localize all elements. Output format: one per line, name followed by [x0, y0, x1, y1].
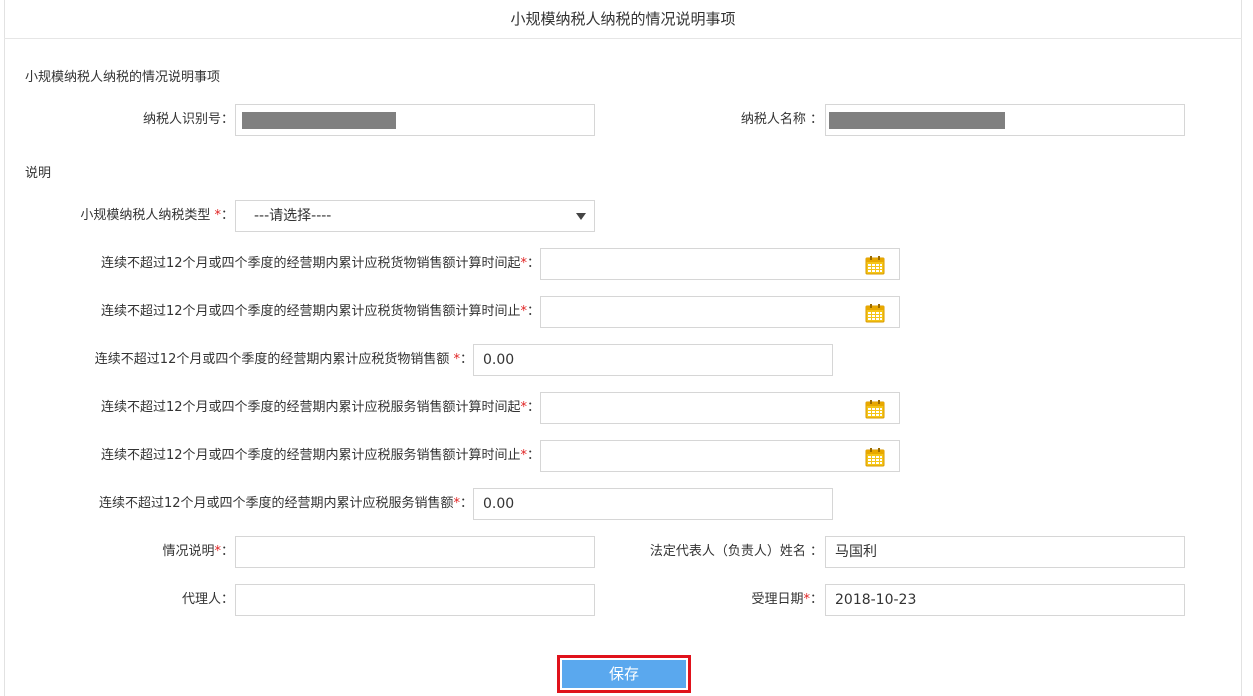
calendar-icon[interactable]: [865, 303, 885, 323]
agent-label: 代理人：: [181, 592, 234, 607]
taxpayer-name-field: [825, 104, 1185, 136]
agent-input[interactable]: [235, 584, 595, 616]
legal-rep-input[interactable]: 马国利: [825, 536, 1185, 568]
type-label: 小规模纳税人纳税类型 *：: [80, 208, 234, 223]
legal-rep-value: 马国利: [835, 544, 877, 560]
taxpayer-id-field: [235, 104, 595, 136]
type-select[interactable]: ---请选择----: [235, 200, 595, 232]
situation-input[interactable]: [235, 536, 595, 568]
accept-date-label: 受理日期*：: [751, 592, 823, 607]
goods-amount-value: 0.00: [483, 352, 515, 368]
redacted-value: [829, 112, 1005, 129]
goods-amount-label: 连续不超过12个月或四个季度的经营期内累计应税货物销售额 *：: [94, 352, 473, 367]
save-button[interactable]: 保存: [562, 660, 686, 688]
goods-start-label: 连续不超过12个月或四个季度的经营期内累计应税货物销售额计算时间起*：: [100, 256, 540, 271]
chevron-down-icon: [576, 213, 586, 220]
taxpayer-name-label: 纳税人名称 ：: [740, 112, 823, 127]
page-title: 小规模纳税人纳税的情况说明事项: [4, 0, 1242, 39]
goods-amount-input[interactable]: 0.00: [473, 344, 833, 376]
taxpayer-id-label: 纳税人识别号：: [142, 112, 234, 127]
accept-date-input[interactable]: 2018-10-23: [825, 584, 1185, 616]
service-amount-label: 连续不超过12个月或四个季度的经营期内累计应税服务销售额*：: [98, 496, 473, 511]
explain-section-title: 说明: [25, 166, 52, 181]
calendar-icon[interactable]: [865, 399, 885, 419]
service-end-label: 连续不超过12个月或四个季度的经营期内累计应税服务销售额计算时间止*：: [100, 448, 540, 463]
legal-rep-label: 法定代表人（负责人）姓名 ：: [649, 544, 823, 559]
redacted-value: [242, 112, 396, 129]
section-title: 小规模纳税人纳税的情况说明事项: [25, 70, 221, 85]
goods-end-label: 连续不超过12个月或四个季度的经营期内累计应税货物销售额计算时间止*：: [100, 304, 540, 319]
save-button-highlight: 保存: [557, 655, 691, 693]
service-start-label: 连续不超过12个月或四个季度的经营期内累计应税服务销售额计算时间起*：: [100, 400, 540, 415]
calendar-icon[interactable]: [865, 255, 885, 275]
type-select-value: ---请选择----: [254, 208, 332, 224]
service-end-date-input[interactable]: [540, 440, 900, 472]
service-amount-input[interactable]: 0.00: [473, 488, 833, 520]
calendar-icon[interactable]: [865, 447, 885, 467]
service-amount-value: 0.00: [483, 496, 515, 512]
service-start-date-input[interactable]: [540, 392, 900, 424]
goods-end-date-input[interactable]: [540, 296, 900, 328]
goods-start-date-input[interactable]: [540, 248, 900, 280]
accept-date-value: 2018-10-23: [835, 592, 917, 608]
situation-label: 情况说明*：: [162, 544, 234, 559]
